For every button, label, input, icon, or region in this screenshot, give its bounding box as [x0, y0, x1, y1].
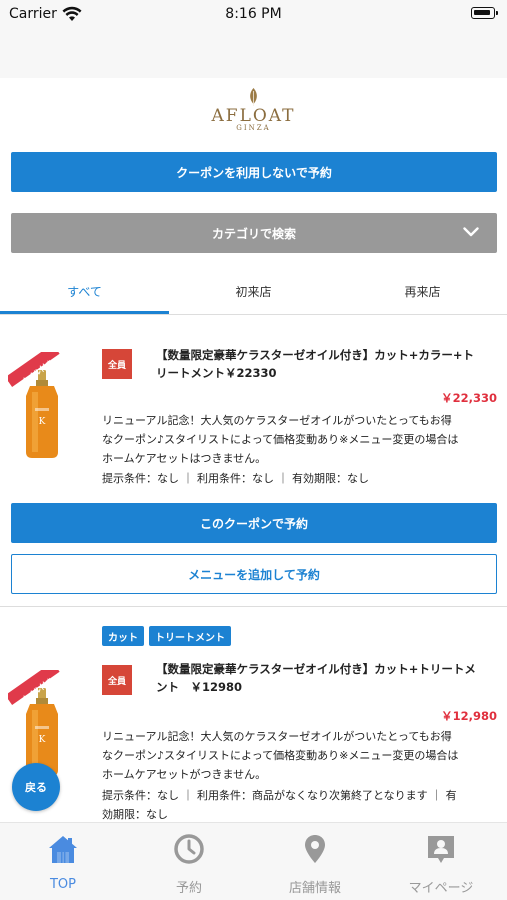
- coupon-title-line: 【数量限定豪華ケラスターゼオイル付き】カット+トリートメ: [156, 662, 476, 676]
- coupon-title[interactable]: 【数量限定豪華ケラスターゼオイル付き】カット+カラー+ト リートメント￥2233…: [156, 346, 496, 382]
- product-image: K オイル付き: [5, 661, 78, 778]
- coupon-title-line: 【数量限定豪華ケラスターゼオイル付き】カット+カラー+ト: [156, 348, 475, 362]
- status-bar: Carrier 8:16 PM: [0, 0, 507, 30]
- coupon-description-line: ホームケアセットはつきません。: [102, 452, 267, 465]
- tabbar-item-reservation[interactable]: 予約: [126, 823, 252, 900]
- tabbar-label: マイページ: [408, 881, 474, 896]
- coupon-description-line: ホームケアセットがつきません。: [102, 768, 267, 781]
- svg-text:K: K: [39, 735, 46, 745]
- coupon-conditions: 提示条件：なし ｜ 利用条件：なし ｜ 有効期限：なし: [102, 469, 498, 488]
- location-pin-icon: [305, 835, 325, 863]
- coupon-price: ￥12,980: [441, 709, 497, 723]
- badge-all-customers: 全員: [102, 665, 132, 695]
- brand-logo: AFLOAT GINZA: [0, 86, 507, 136]
- tab-first-visit[interactable]: 初来店: [169, 268, 338, 314]
- coupon-title[interactable]: 【数量限定豪華ケラスターゼオイル付き】カット+トリートメ ント ￥12980: [156, 660, 496, 696]
- search-by-category-label: カテゴリで検索: [211, 226, 296, 241]
- tabbar-label: 予約: [175, 881, 202, 896]
- battery-icon: [471, 7, 498, 19]
- bottom-tab-bar: TOP 予約 店舗情報 マイページ: [0, 822, 507, 900]
- tag-cut: カット: [102, 626, 144, 646]
- home-icon: [49, 836, 77, 863]
- divider: [0, 314, 507, 315]
- tabbar-label: 店舗情報: [288, 881, 341, 896]
- clock-time: 8:16 PM: [225, 6, 282, 22]
- reserve-with-coupon-button[interactable]: このクーポンで予約: [11, 503, 497, 543]
- svg-text:K: K: [39, 417, 46, 427]
- coupon-title-line: ント ￥12980: [156, 680, 243, 694]
- divider: [0, 606, 507, 607]
- coupon-title-line: リートメント￥22330: [156, 366, 277, 380]
- logo-wordmark: AFLOAT: [211, 106, 296, 126]
- coupon-description: リニューアル記念！大人気のケラスターゼオイルがついたとってもお得 なクーポン♪ス…: [102, 727, 498, 784]
- badge-all-customers: 全員: [102, 349, 132, 379]
- tabbar-item-top[interactable]: TOP: [0, 823, 126, 900]
- logo-subtitle: GINZA: [236, 124, 271, 132]
- coupon-description: リニューアル記念！大人気のケラスターゼオイルがついたとってもお得 なクーポン♪ス…: [102, 411, 498, 468]
- reserve-without-coupon-button[interactable]: クーポンを利用しないで予約: [11, 152, 497, 192]
- tabbar-label: TOP: [49, 877, 76, 892]
- clock-icon: [174, 834, 204, 864]
- add-menu-and-reserve-button[interactable]: メニューを追加して予約: [11, 554, 497, 594]
- tabbar-item-mypage[interactable]: マイページ: [378, 823, 504, 900]
- profile-card-icon: [428, 836, 454, 863]
- leaf-icon: [250, 88, 257, 106]
- coupon-price: ￥22,330: [441, 391, 497, 405]
- tabbar-item-store-info[interactable]: 店舗情報: [252, 823, 378, 900]
- coupon-description-line: リニューアル記念！大人気のケラスターゼオイルがついたとってもお得: [102, 414, 452, 427]
- search-by-category-button[interactable]: カテゴリで検索: [11, 213, 497, 253]
- tab-all[interactable]: すべて: [0, 268, 169, 314]
- coupon-conditions-line: 提示条件：なし ｜ 利用条件：なし ｜ 有効期限：なし: [102, 472, 369, 485]
- coupon-conditions: 提示条件：なし ｜ 利用条件：商品がなくなり次第終了となります ｜ 有 効期限：…: [102, 786, 498, 824]
- tab-repeat-visit[interactable]: 再来店: [338, 268, 507, 314]
- coupon-conditions-line: 提示条件：なし ｜ 利用条件：商品がなくなり次第終了となります ｜ 有: [102, 789, 457, 802]
- tag-treatment: トリートメント: [149, 626, 231, 646]
- chevron-down-icon: [463, 227, 479, 237]
- back-button[interactable]: 戻る: [12, 763, 60, 811]
- product-image: K オイル付き: [5, 343, 78, 460]
- navigation-bar: [0, 30, 507, 78]
- coupon-description-line: リニューアル記念！大人気のケラスターゼオイルがついたとってもお得: [102, 730, 452, 743]
- coupon-description-line: なクーポン♪スタイリストによって価格変動あり※メニュー変更の場合は: [102, 433, 459, 446]
- coupon-filter-tabs: すべて 初来店 再来店: [0, 268, 507, 314]
- coupon-description-line: なクーポン♪スタイリストによって価格変動あり※メニュー変更の場合は: [102, 749, 459, 762]
